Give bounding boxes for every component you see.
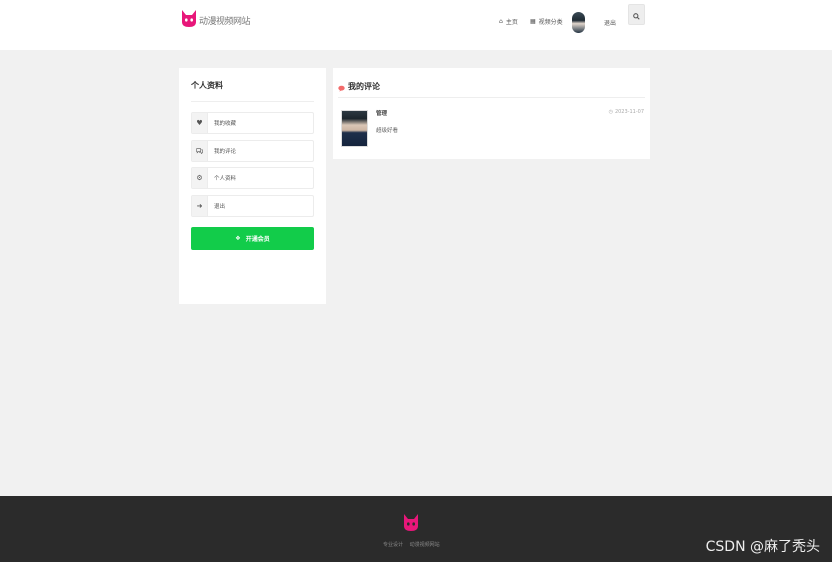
gears-icon: ⚙ [192,168,208,188]
site-name: 动漫视频网站 [199,16,251,27]
comment-text: 超级好看 [376,128,399,134]
comment-avatar[interactable] [341,110,368,147]
nav-home[interactable]: ⌂ 主页 [499,17,518,26]
search-icon [633,5,640,24]
heart-icon: ♥ [192,113,208,133]
footer-logo [402,512,420,536]
footer-link[interactable]: 动漫视频网站 [410,542,440,548]
cat-logo-icon [180,8,198,32]
comment-bubble-icon [338,77,345,96]
footer-link[interactable]: 专业设计 [383,542,403,548]
divider [191,101,314,102]
menu-item-comments[interactable]: 我的评论 [191,140,314,162]
comment-username: 管理 [376,111,388,117]
nav-categories-label: 视频分类 [538,19,563,26]
menu-item-label: 我的评论 [214,149,237,155]
header: 动漫视频网站 ⌂ 主页 ▦ 视频分类 退出 [0,0,832,50]
grid-icon: ▦ [530,18,536,25]
open-vip-button[interactable]: ❖ 开通会员 [191,227,314,250]
panel-header: 我的评论 [338,77,380,96]
logout-link[interactable]: 退出 [604,18,616,27]
page-title: 我的评论 [348,82,380,91]
menu-item-logout[interactable]: ➜ 退出 [191,195,314,217]
menu-item-profile[interactable]: ⚙ 个人资料 [191,167,314,189]
comment-date: 2023-11-07 [614,109,644,115]
comments-icon [192,141,208,161]
nav-categories[interactable]: ▦ 视频分类 [530,17,563,26]
comment-timestamp: ◷ 2023-11-07 [609,109,644,115]
footer-links: 专业设计 动漫视频网站 [383,541,445,548]
divider [338,97,645,98]
search-button[interactable] [628,4,645,25]
menu-item-label: 退出 [214,204,226,210]
sign-out-icon: ➜ [192,196,208,216]
menu-item-favorites[interactable]: ♥ 我的收藏 [191,112,314,134]
home-icon: ⌂ [499,18,503,25]
user-avatar[interactable] [572,12,585,33]
menu-item-label: 我的收藏 [214,121,237,127]
sidebar-title: 个人资料 [191,81,223,90]
vip-icon: ❖ [235,235,241,242]
cat-logo-icon [402,514,420,536]
site-logo[interactable]: 动漫视频网站 [180,8,251,32]
csdn-watermark: CSDN @麻了秃头 [705,539,820,555]
profile-sidebar: 个人资料 ♥ 我的收藏 我的评论 ⚙ 个人资料 ➜ 退出 ❖ 开通会员 [179,68,326,304]
vip-button-label: 开通会员 [245,236,270,243]
my-comments-panel: 我的评论 管理 超级好看 ◷ 2023-11-07 [333,68,650,159]
menu-item-label: 个人资料 [214,176,237,182]
clock-icon: ◷ [608,109,613,115]
nav-home-label: 主页 [505,19,518,26]
